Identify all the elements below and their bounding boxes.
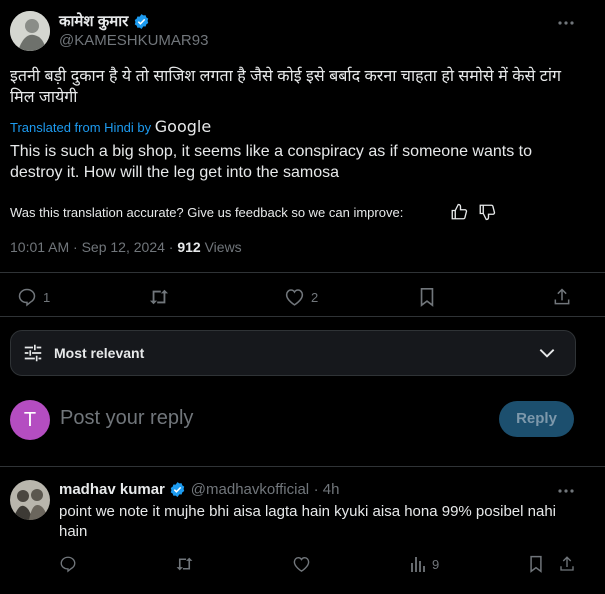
reply-author-name[interactable]: madhav kumar bbox=[59, 481, 165, 498]
reply-views-count: 9 bbox=[432, 556, 440, 572]
thumbs-down-icon[interactable] bbox=[478, 203, 496, 221]
filter-sliders-icon bbox=[22, 342, 44, 364]
reply-text: point we note it mujhe bhi aisa lagta ha… bbox=[59, 503, 556, 540]
tweet-text-translated: This is such a big shop, it seems like a… bbox=[10, 143, 533, 181]
reply-icon[interactable] bbox=[59, 555, 77, 573]
divider bbox=[0, 466, 605, 467]
tweet-timestamp[interactable]: 10:01 AM · Sep 12, 2024 · bbox=[10, 239, 177, 255]
author-name-row: कामेश कुमार bbox=[59, 11, 150, 31]
verified-badge-icon bbox=[133, 13, 150, 30]
verified-badge-icon bbox=[169, 481, 186, 498]
views-label: Views bbox=[200, 239, 242, 255]
reply-input[interactable]: Post your reply bbox=[60, 407, 193, 430]
views-count: 912 bbox=[177, 239, 201, 255]
thumbs-up-icon[interactable] bbox=[450, 203, 468, 221]
reply-time[interactable]: · 4h bbox=[314, 481, 340, 498]
author-name[interactable]: कामेश कुमार bbox=[59, 13, 128, 30]
share-icon[interactable] bbox=[552, 287, 572, 307]
google-logo: Google bbox=[154, 117, 212, 136]
reply-button[interactable]: Reply bbox=[499, 401, 574, 437]
avatar-image bbox=[10, 11, 50, 51]
sort-label: Most relevant bbox=[54, 345, 145, 361]
author-handle[interactable]: @KAMESHKUMAR93 bbox=[59, 32, 208, 49]
more-options-icon[interactable] bbox=[556, 481, 576, 501]
reply-author-handle[interactable]: @madhavkofficial bbox=[191, 481, 309, 498]
share-icon[interactable] bbox=[558, 555, 576, 573]
reply-count: 1 bbox=[43, 289, 51, 305]
divider bbox=[0, 316, 605, 317]
reply-icon bbox=[17, 287, 37, 307]
analytics-icon bbox=[410, 555, 426, 573]
views-action[interactable]: 9 bbox=[410, 555, 439, 573]
repost-icon[interactable] bbox=[175, 555, 194, 573]
like-count: 2 bbox=[311, 289, 319, 305]
heart-icon[interactable] bbox=[292, 555, 311, 573]
translated-from-link[interactable]: Translated from Hindi by bbox=[10, 120, 151, 135]
tweet-meta: 10:01 AM · Sep 12, 2024 · 912 Views bbox=[10, 239, 242, 255]
reply-action[interactable]: 1 bbox=[17, 287, 50, 307]
chevron-down-icon bbox=[537, 343, 557, 363]
bookmark-icon[interactable] bbox=[418, 287, 436, 307]
translation-attribution: Translated from Hindi by Google bbox=[10, 117, 211, 136]
compose-avatar[interactable]: T bbox=[10, 400, 50, 440]
more-options-icon[interactable] bbox=[556, 13, 576, 33]
author-avatar[interactable] bbox=[10, 11, 50, 51]
sort-replies-dropdown[interactable]: Most relevant bbox=[10, 330, 576, 376]
reply-header: madhav kumar @madhavkofficial · 4h bbox=[59, 481, 339, 499]
heart-icon bbox=[284, 287, 305, 307]
divider bbox=[0, 272, 605, 273]
avatar-image bbox=[10, 480, 50, 520]
like-action[interactable]: 2 bbox=[284, 287, 318, 307]
bookmark-icon[interactable] bbox=[528, 555, 544, 573]
tweet-text-original: इतनी बड़ी दुकान है ये तो साजिश लगता है ज… bbox=[10, 68, 561, 106]
translation-feedback-prompt: Was this translation accurate? Give us f… bbox=[10, 205, 404, 220]
repost-icon[interactable] bbox=[148, 287, 170, 307]
reply-author-avatar[interactable] bbox=[10, 480, 50, 520]
